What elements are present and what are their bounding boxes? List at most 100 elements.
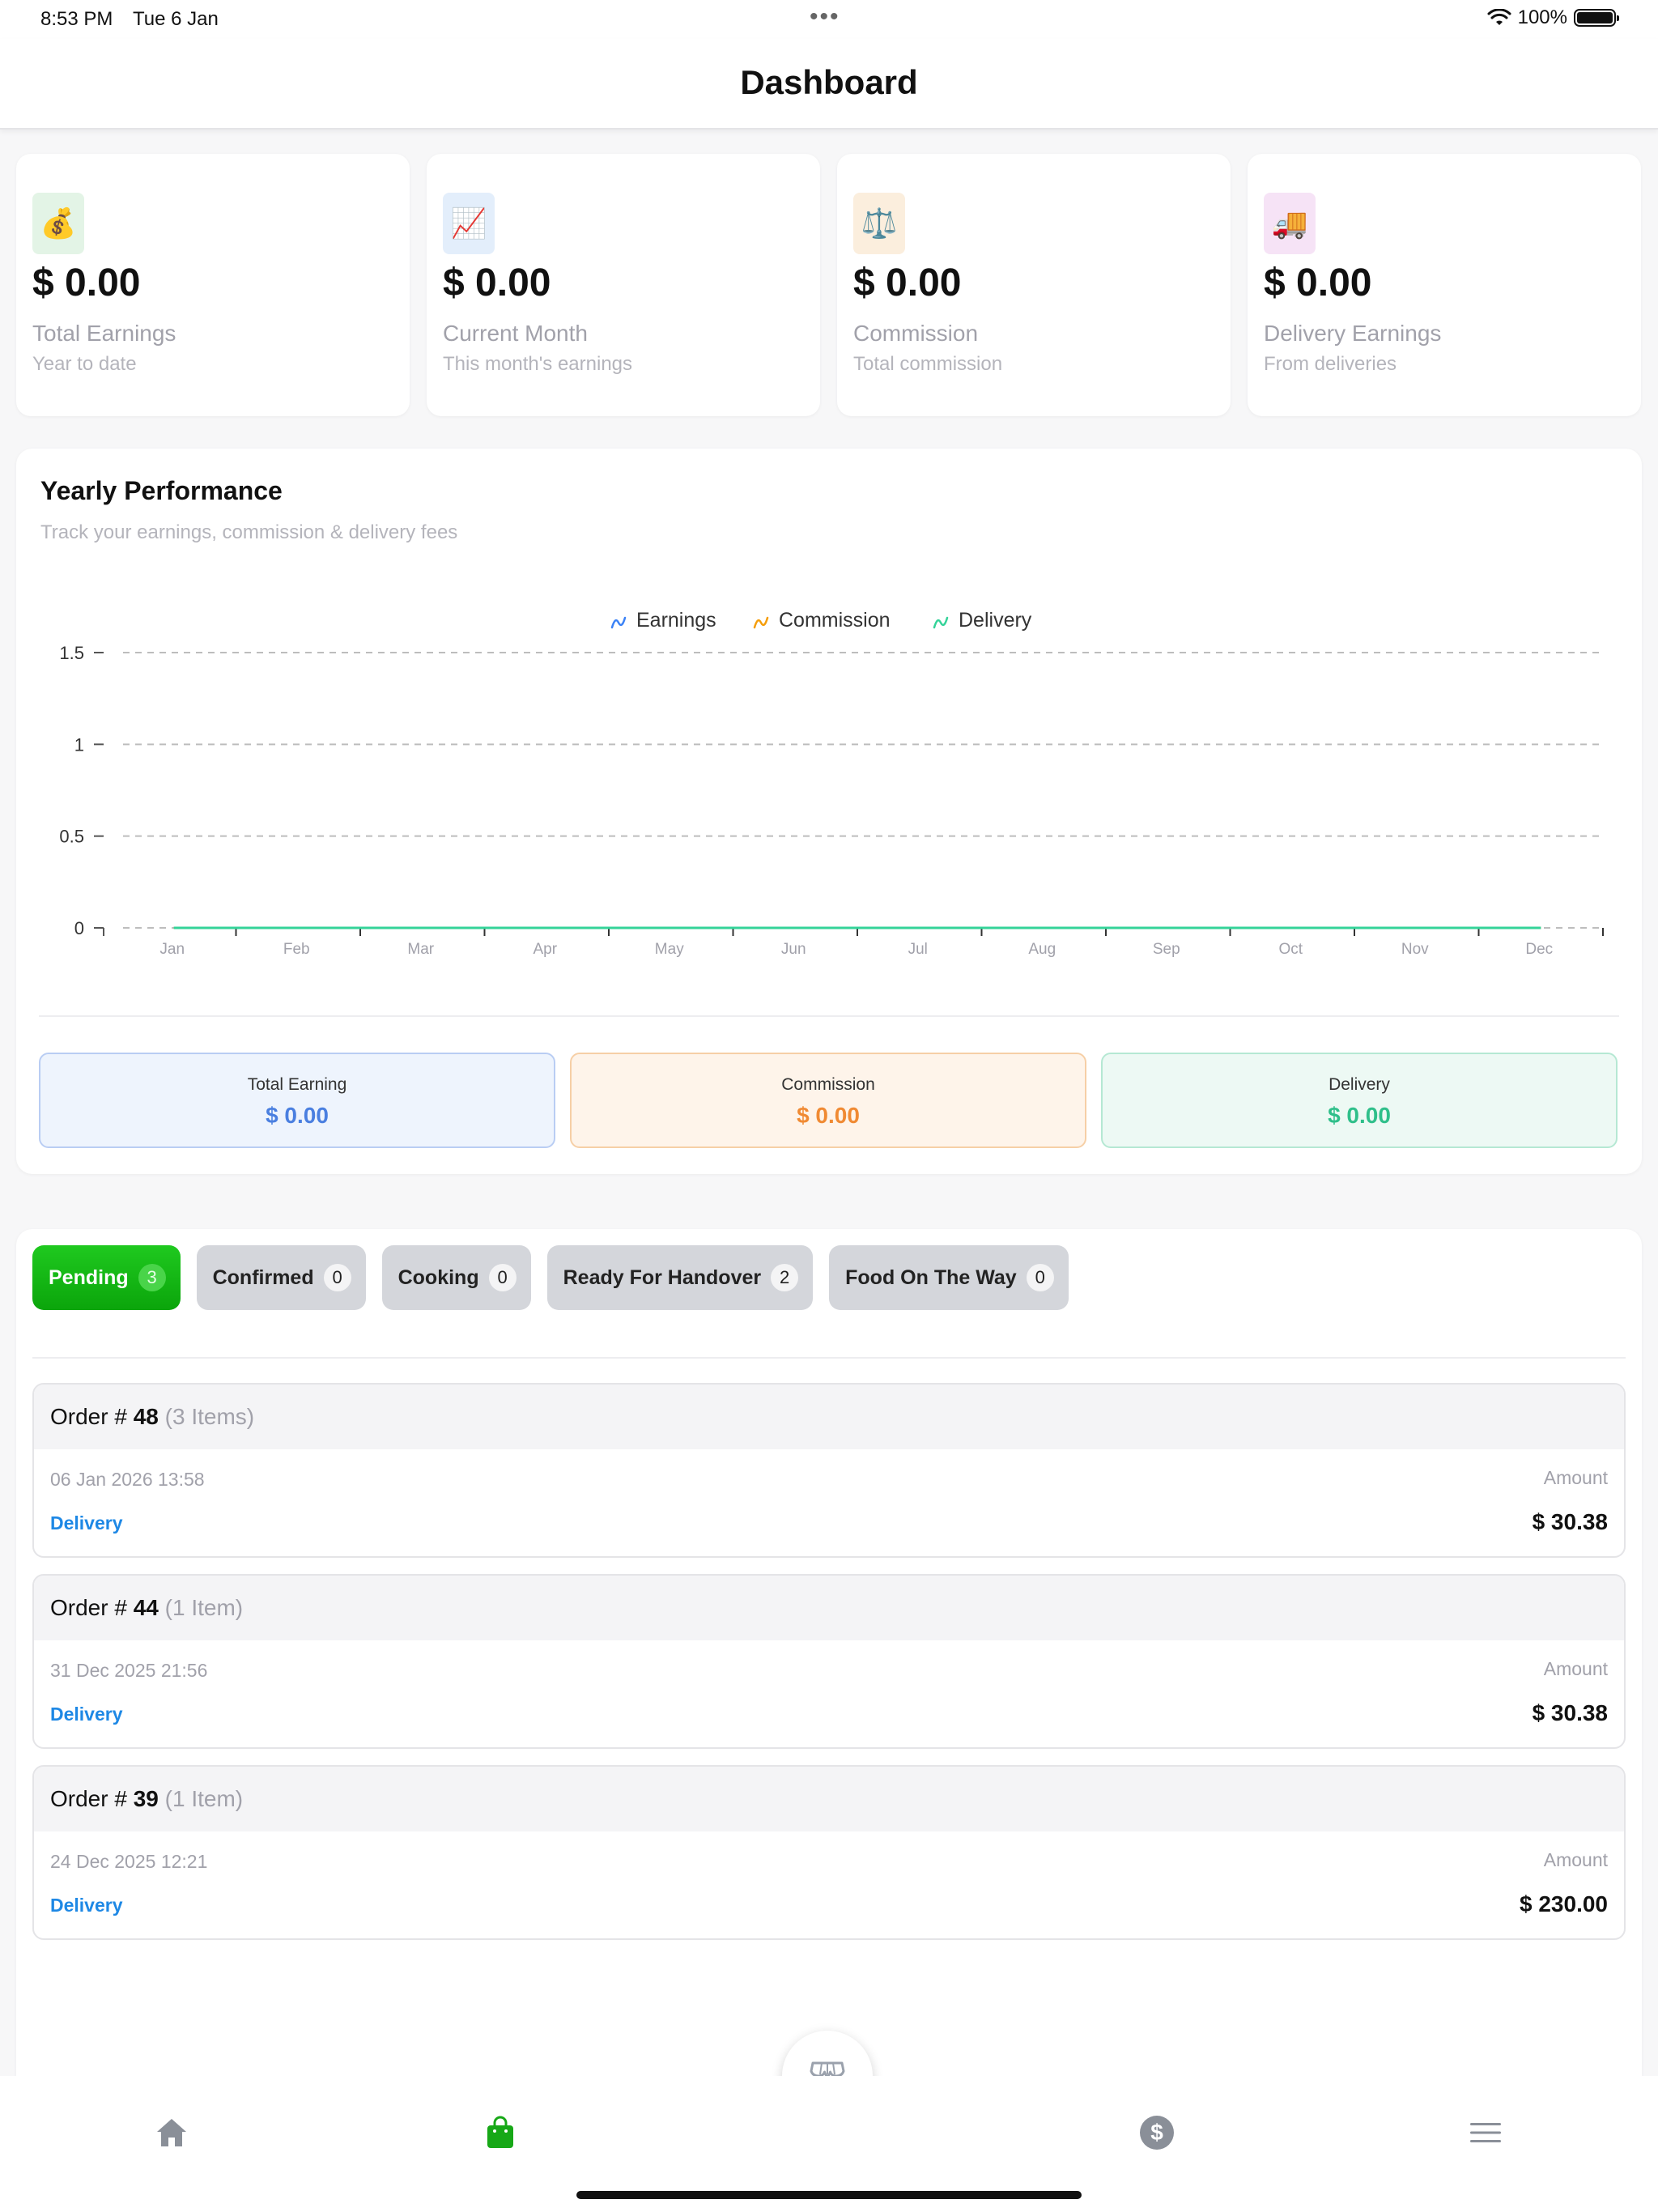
tab-count-badge: 0 [488, 1264, 517, 1291]
stat-card: 📈 $ 0.00 Current Month This month's earn… [427, 154, 820, 416]
order-date: 31 Dec 2025 21:56 [50, 1660, 208, 1681]
money-bag-icon: 💰 [32, 193, 84, 254]
order-title: Order # 39 (1 Item) [50, 1786, 244, 1811]
stat-card: ⚖️ $ 0.00 Commission Total commission [837, 154, 1231, 416]
y-tick-label: 1 [74, 734, 84, 755]
order-item-count: (1 Item) [164, 1595, 244, 1620]
summary-value: $ 0.00 [266, 1103, 329, 1128]
tab-label: Confirmed [212, 1266, 314, 1289]
legend-swatch-icon [933, 616, 949, 629]
multitasking-dots-icon[interactable]: ••• [810, 3, 840, 31]
stat-card: 🚚 $ 0.00 Delivery Earnings From deliveri… [1248, 154, 1641, 416]
x-tick-label: Mar [407, 941, 434, 958]
yearly-performance-card: Yearly Performance Track your earnings, … [16, 449, 1642, 1174]
legend-label: Commission [779, 609, 891, 632]
x-tick-label: Apr [533, 941, 557, 958]
order-amount: $ 30.38 [1532, 1700, 1608, 1725]
tab-food-on-the-way[interactable]: Food On The Way 0 [829, 1245, 1069, 1310]
summary-value: $ 0.00 [797, 1103, 860, 1128]
status-date: Tue 6 Jan [133, 8, 219, 30]
y-tick-label: 1.5 [59, 643, 84, 663]
summary-value: $ 0.00 [1328, 1103, 1391, 1128]
order-number: 44 [133, 1595, 159, 1620]
x-tick-label: Oct [1278, 941, 1303, 958]
tab-label: Cooking [397, 1266, 479, 1289]
order-type: Delivery [50, 1895, 123, 1916]
app-header: Dashboard [0, 39, 1658, 130]
order-header: Order # 39 (1 Item) [34, 1767, 1624, 1831]
order-status-tabs: Pending 3 Confirmed 0 Cooking 0 Ready For H… [32, 1245, 1069, 1310]
chart-increasing-icon: 📈 [443, 193, 495, 254]
x-tick-label: Sep [1153, 941, 1180, 958]
summary-label: Total Earning [247, 1075, 347, 1094]
order-title: Order # 44 (1 Item) [50, 1595, 244, 1620]
summary-delivery: Delivery $ 0.00 [1101, 1053, 1618, 1148]
summary-label: Delivery [1329, 1075, 1390, 1094]
delivery-truck-icon: 🚚 [1264, 193, 1316, 254]
order-date: 06 Jan 2026 13:58 [50, 1469, 205, 1490]
nav-menu[interactable] [1461, 2108, 1510, 2157]
order-amount: $ 30.38 [1532, 1509, 1608, 1534]
yearly-performance-chart: Earnings Commission Delivery 0 0.5 1 1.5 Jan Feb… [59, 609, 1604, 958]
page-title: Dashboard [740, 63, 918, 101]
x-tick-label: May [655, 941, 684, 958]
x-tick-label: Feb [283, 941, 310, 958]
order-number: 39 [133, 1786, 159, 1811]
tab-cooking[interactable]: Cooking 0 [381, 1245, 531, 1310]
wifi-icon [1487, 9, 1511, 25]
tab-count-badge: 0 [323, 1264, 351, 1291]
home-indicator [576, 2191, 1082, 2199]
stat-title: Commission [853, 321, 979, 346]
stat-subtitle: From deliveries [1264, 353, 1397, 375]
order-type: Delivery [50, 1512, 123, 1534]
summary-commission: Commission $ 0.00 [570, 1053, 1086, 1148]
tab-pending[interactable]: Pending 3 [32, 1245, 181, 1310]
tab-count-badge: 3 [138, 1264, 166, 1291]
nav-home[interactable] [147, 2108, 196, 2157]
divider [32, 1357, 1626, 1359]
tab-count-badge: 2 [771, 1264, 799, 1291]
order-date: 24 Dec 2025 12:21 [50, 1851, 208, 1872]
menu-icon [1470, 2123, 1501, 2142]
stat-value: $ 0.00 [853, 262, 962, 304]
stat-value: $ 0.00 [443, 262, 551, 304]
order-card[interactable]: Order # 39 (1 Item) 24 Dec 2025 12:21 De… [32, 1765, 1626, 1940]
order-number: 48 [133, 1404, 159, 1429]
battery-icon [1574, 9, 1619, 27]
order-card[interactable]: Order # 44 (1 Item) 31 Dec 2025 21:56 De… [32, 1574, 1626, 1749]
tab-label: Ready For Handover [563, 1266, 762, 1289]
divider [39, 1015, 1619, 1017]
balance-scale-icon: ⚖️ [853, 193, 905, 254]
nav-orders[interactable] [476, 2108, 525, 2157]
tab-confirmed[interactable]: Confirmed 0 [196, 1245, 366, 1310]
y-tick-label: 0.5 [59, 827, 84, 847]
order-item-count: (3 Items) [164, 1404, 255, 1429]
amount-label: Amount [1543, 1849, 1608, 1870]
shopping-bag-icon [487, 2116, 513, 2148]
x-tick-label: Jan [159, 941, 185, 958]
legend-swatch-icon [753, 616, 769, 629]
tab-label: Food On The Way [845, 1266, 1017, 1289]
stat-subtitle: Total commission [853, 353, 1003, 375]
amount-label: Amount [1543, 1658, 1608, 1679]
order-card[interactable]: Order # 48 (3 Items) 06 Jan 2026 13:58 D… [32, 1383, 1626, 1558]
stat-title: Current Month [443, 321, 588, 346]
legend-label: Earnings [636, 609, 716, 632]
nav-earnings[interactable]: $ [1133, 2108, 1181, 2157]
summary-label: Commission [781, 1075, 875, 1094]
stat-subtitle: Year to date [32, 353, 137, 375]
stat-value: $ 0.00 [32, 262, 141, 304]
x-tick-label: Aug [1028, 941, 1056, 958]
stat-card: 💰 $ 0.00 Total Earnings Year to date [16, 154, 410, 416]
svg-text:$: $ [1150, 2120, 1163, 2145]
tab-ready-for-handover[interactable]: Ready For Handover 2 [546, 1245, 814, 1310]
tab-count-badge: 0 [1026, 1264, 1054, 1291]
dollar-circle-icon: $ [1140, 2116, 1174, 2150]
stat-value: $ 0.00 [1264, 262, 1372, 304]
order-title: Order # 48 (3 Items) [50, 1404, 255, 1429]
legend-swatch-icon [610, 616, 627, 629]
legend-label: Delivery [959, 609, 1032, 632]
tab-label: Pending [49, 1266, 129, 1289]
order-header: Order # 44 (1 Item) [34, 1576, 1624, 1640]
status-bar: 8:53 PM Tue 6 Jan ••• 100% [0, 0, 1658, 39]
